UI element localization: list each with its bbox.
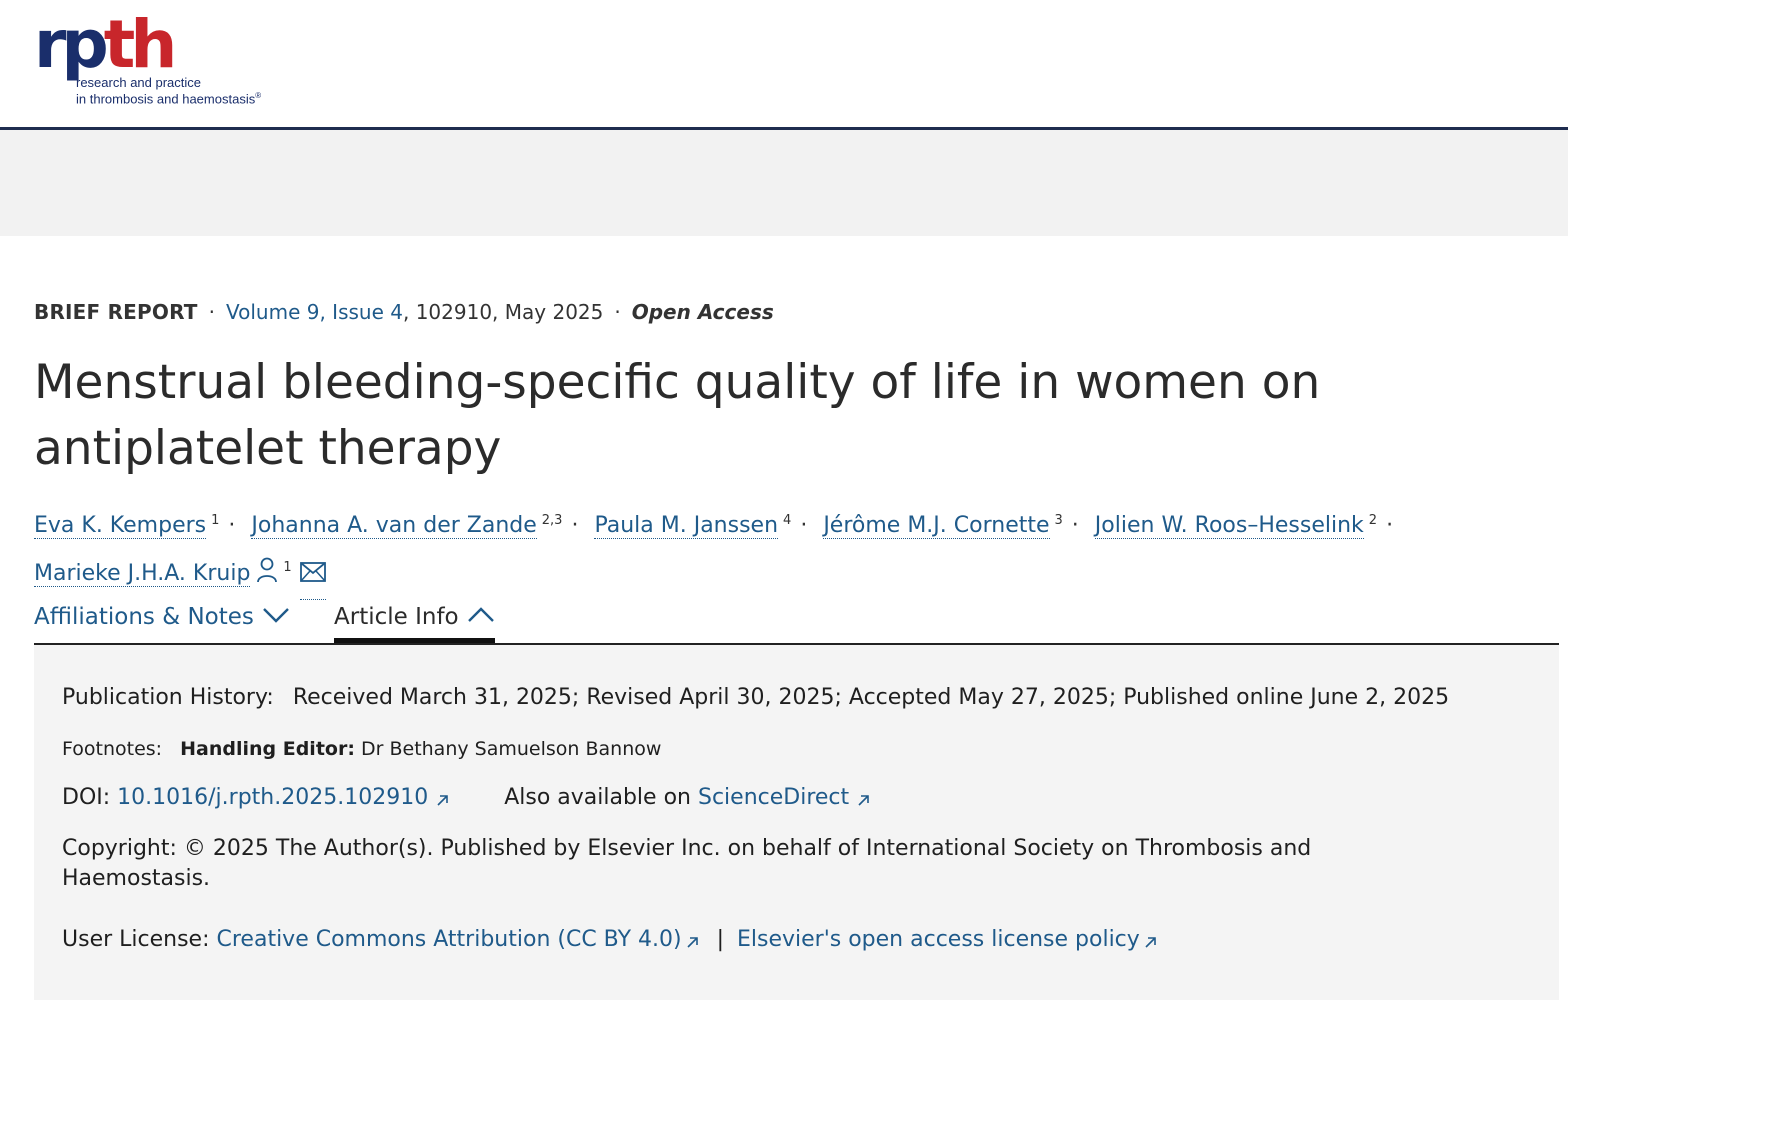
external-link-icon [857,786,871,816]
sciencedirect-link[interactable]: ScienceDirect [698,785,871,810]
tab-affiliations-notes[interactable]: Affiliations & Notes [34,598,290,642]
doi-label: DOI: [62,785,111,810]
doi-link[interactable]: 10.1016/j.rpth.2025.102910 [117,785,450,810]
open-access-policy-link[interactable]: Elsevier's open access license policy [737,927,1158,952]
user-license-label: User License: [62,927,210,952]
handling-editor-label: Handling Editor: [180,738,355,760]
external-link-icon [686,928,700,958]
author-link[interactable]: Marieke J.H.A. Kruip [34,560,251,587]
author-affiliation: 2 [1368,513,1378,528]
author-affiliation: 3 [1054,513,1063,528]
author-link[interactable]: Johanna A. van der Zande [251,513,537,540]
also-available-label: Also available on [504,785,691,810]
author-link[interactable]: Eva K. Kempers [34,513,207,540]
author-list: Eva K. Kempers 1 · Johanna A. van der Zand… [34,500,1534,600]
author-affiliation: 1 [283,560,292,576]
article-meta: BRIEF REPORT · Volume 9, Issue 4, 102910, … [34,300,774,324]
author-affiliation: 4 [783,513,792,528]
mail-icon[interactable] [299,555,326,600]
logo-tagline: research and practice in thrombosis and … [76,75,262,107]
volume-issue-link[interactable]: Volume 9, Issue 4 [226,300,403,324]
publication-history-label: Publication History: [62,685,274,710]
external-link-icon [436,786,450,816]
handling-editor-value: Dr Bethany Samuelson Bannow [360,738,662,760]
license-separator: | [716,927,724,952]
author-link[interactable]: Jolien W. Roos–Hesselink [1094,513,1364,540]
author-link[interactable]: Paula M. Janssen [594,513,779,540]
copyright-row: Copyright: © 2025 The Author(s). Publish… [62,834,1442,894]
author-affiliation: 2,3 [541,513,563,528]
article-title: Menstrual bleeding-specific quality of l… [34,355,1321,476]
article-number-date: , 102910, May 2025 [402,300,604,324]
publication-history: Publication History: Received March 31, … [62,683,1449,713]
author-affiliation: 1 [211,513,220,528]
external-link-icon [1144,928,1158,958]
publication-history-value: Received March 31, 2025; Revised April 3… [292,685,1450,710]
cc-by-license-link[interactable]: Creative Commons Attribution (CC BY 4.0) [217,927,700,952]
person-icon [256,556,278,598]
open-access-label: Open Access [631,300,774,324]
copyright-label: Copyright: [62,836,177,861]
journal-logo[interactable]: rpth research and practice in thrombosis… [34,10,294,110]
banner-placeholder [0,130,1568,236]
footnotes: Footnotes: Handling Editor: Dr Bethany S… [62,735,661,763]
footnotes-label: Footnotes: [62,738,163,760]
tab-article-info[interactable]: Article Info [334,598,495,644]
article-tabs: Affiliations & Notes Article Info [34,598,1559,644]
author-link[interactable]: Jérôme M.J. Cornette [823,513,1050,540]
copyright-value: © 2025 The Author(s). Published by Elsev… [62,836,1312,891]
article-type: BRIEF REPORT [34,300,198,324]
chevron-down-icon [254,604,290,630]
article-info-panel: Publication History: Received March 31, … [34,645,1559,1000]
logo-mark: rpth [34,6,177,83]
doi-row: DOI: 10.1016/j.rpth.2025.102910 Also ava… [62,783,871,816]
site-header: rpth research and practice in thrombosis… [0,0,1568,127]
user-license-row: User License: Creative Commons Attributi… [62,925,1158,958]
chevron-up-icon [459,604,495,630]
